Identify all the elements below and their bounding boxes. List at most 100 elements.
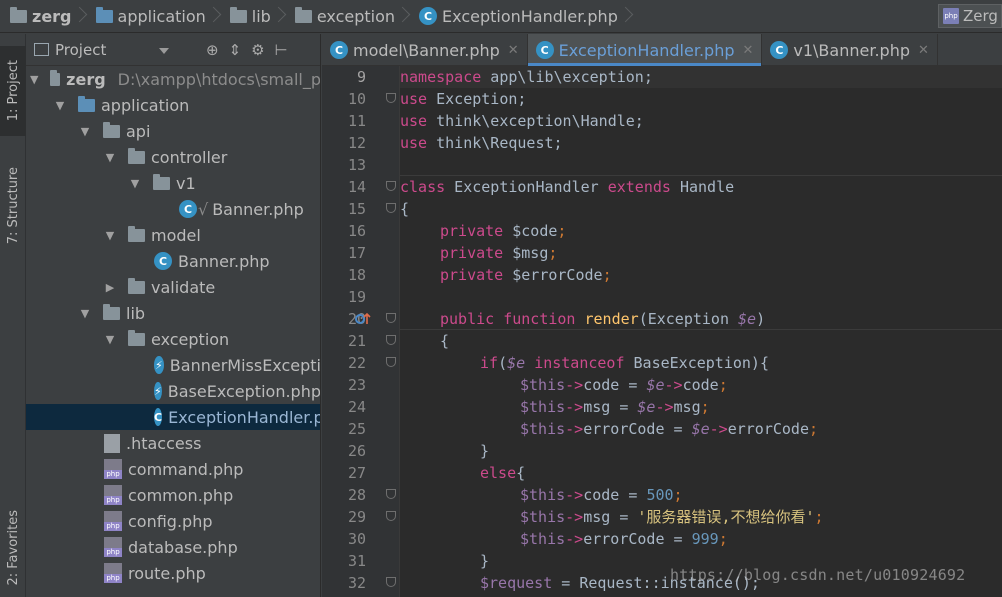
expand-arrow-icon[interactable]: ▼ [104, 326, 116, 352]
code-text: = [664, 420, 692, 438]
tree-item-v1[interactable]: ▼ v1 [26, 170, 320, 196]
fold-marker-icon[interactable] [386, 357, 396, 367]
folder-icon [10, 6, 27, 23]
code-line: private $errorCode; [440, 264, 612, 286]
tab-v1-banner[interactable]: C v1\Banner.php ✕ [762, 34, 938, 66]
tree-item-label: api [126, 121, 151, 141]
fold-marker-icon[interactable] [386, 313, 396, 323]
tool-tab-favorites[interactable]: 2: Favorites [0, 502, 26, 594]
tree-item-label: zerg [66, 69, 106, 89]
line-number: 30 [347, 530, 366, 548]
line-number: 28 [347, 486, 366, 504]
folder-icon [128, 329, 145, 346]
keyword: public [440, 310, 495, 328]
tree-item-banner-php[interactable]: C √ Banner.php [26, 196, 320, 222]
tree-item-htaccess[interactable]: .htaccess [26, 430, 320, 456]
breadcrumb-item-application[interactable]: application [86, 0, 210, 33]
fold-marker-icon[interactable] [386, 511, 396, 521]
number-literal: 500 [646, 486, 674, 504]
tree-item-label: validate [151, 277, 216, 297]
tree-item-config-php[interactable]: config.php [26, 508, 320, 534]
tree-item-bannermissexception[interactable]: ⚡ BannerMissExcepti [26, 352, 320, 378]
line-number: 12 [347, 134, 366, 152]
code-line: if($e instanceof BaseException){ [480, 354, 769, 372]
line-number: 19 [347, 288, 366, 306]
fold-marker-icon[interactable] [386, 489, 396, 499]
chevron-down-icon[interactable] [159, 48, 169, 54]
string-literal: '服务器错误,不想给你看' [637, 508, 815, 526]
fold-marker-icon[interactable] [386, 203, 396, 213]
fold-marker-icon[interactable] [386, 335, 396, 345]
tree-item-exception[interactable]: ▼ exception [26, 326, 320, 352]
folder-icon [128, 225, 145, 242]
breadcrumb-item-exceptionhandler[interactable]: C ExceptionHandler.php [409, 0, 622, 33]
line-number: 18 [347, 266, 366, 284]
override-method-icon[interactable] [355, 312, 373, 326]
close-icon[interactable]: ✕ [742, 43, 753, 58]
code-text: = [610, 508, 638, 526]
project-view-selector[interactable]: Project [55, 41, 106, 59]
keyword: use [400, 90, 428, 108]
hide-panel-icon[interactable]: ⊢ [275, 41, 288, 59]
tree-item-model-banner-php[interactable]: C Banner.php [26, 248, 320, 274]
tree-item-application[interactable]: ▼ application [26, 92, 320, 118]
code-line: use think\exception\Handle; [400, 110, 644, 132]
line-number: 26 [347, 442, 366, 460]
tree-item-controller[interactable]: ▼ controller [26, 144, 320, 170]
close-icon[interactable]: ✕ [918, 43, 929, 58]
tree-item-baseexception[interactable]: ⚡ BaseException.php [26, 378, 320, 404]
variable: $e [637, 398, 656, 416]
expand-arrow-icon[interactable]: ▼ [79, 118, 91, 144]
tool-tab-structure[interactable]: 7: Structure [0, 156, 26, 256]
breadcrumb-label: lib [251, 6, 271, 26]
breadcrumb-item-zerg[interactable]: zerg [0, 0, 76, 33]
tree-item-command-php[interactable]: command.php [26, 456, 320, 482]
code-text: ; [700, 398, 710, 416]
breadcrumb-item-lib[interactable]: lib [220, 0, 275, 33]
locate-icon[interactable]: ⊕ [206, 41, 219, 59]
tree-item-lib[interactable]: ▼ lib [26, 300, 320, 326]
tree-item-route-php[interactable]: route.php [26, 560, 320, 586]
fold-marker-icon[interactable] [386, 181, 396, 191]
folder-icon [294, 6, 312, 23]
tree-item-common-php[interactable]: common.php [26, 482, 320, 508]
expand-arrow-icon[interactable]: ▼ [79, 300, 91, 326]
tree-item-model[interactable]: ▼ model [26, 222, 320, 248]
project-panel: Project ⊕ ⇕ ⚙ ⊢ ▼ zerg D:\xampp\htdocs\s… [26, 34, 321, 597]
operator: -> [664, 376, 683, 394]
fold-marker-icon[interactable] [386, 577, 396, 587]
expand-arrow-icon[interactable]: ▼ [104, 144, 116, 170]
collapse-all-icon[interactable]: ⇕ [229, 41, 242, 59]
expand-arrow-icon[interactable]: ▶ [104, 274, 116, 300]
fold-marker-icon[interactable] [386, 93, 396, 103]
expand-arrow-icon[interactable]: ▼ [30, 66, 38, 92]
expand-arrow-icon[interactable]: ▼ [104, 222, 116, 248]
close-icon[interactable]: ✕ [508, 43, 519, 58]
watermark: https://blog.csdn.net/u010924692 [670, 566, 966, 584]
code-text: ; [602, 266, 612, 284]
tree-item-zerg[interactable]: ▼ zerg D:\xampp\htdocs\small_p [26, 66, 320, 92]
code-text: = [619, 486, 647, 504]
number-literal: 999 [691, 530, 719, 548]
code-area[interactable]: namespace app\lib\exception; use Excepti… [400, 66, 1002, 597]
code-line: else{ [480, 462, 525, 484]
code-text: $code [512, 222, 558, 240]
tool-tab-project[interactable]: 1: Project [0, 46, 26, 136]
tree-item-exceptionhandler[interactable]: C ExceptionHandler.p [26, 404, 320, 430]
tree-item-validate[interactable]: ▶ validate [26, 274, 320, 300]
run-configuration-selector[interactable]: php Zerg [938, 4, 1002, 28]
tab-label: model\Banner.php [353, 40, 500, 60]
tree-item-api[interactable]: ▼ api [26, 118, 320, 144]
variable: $e [507, 354, 526, 372]
breadcrumb-item-exception[interactable]: exception [285, 0, 399, 33]
code-line: $this->errorCode = $e->errorCode; [520, 418, 818, 440]
run-config-label: Zerg [963, 7, 998, 25]
tree-item-database-php[interactable]: database.php [26, 534, 320, 560]
expand-arrow-icon[interactable]: ▼ [54, 92, 66, 118]
tab-exceptionhandler[interactable]: C ExceptionHandler.php ✕ [527, 34, 763, 66]
expand-arrow-icon[interactable]: ▼ [129, 170, 141, 196]
gear-icon[interactable]: ⚙ [251, 41, 264, 59]
tree-item-label: Banner.php [212, 199, 304, 219]
tab-model-banner[interactable]: C model\Banner.php ✕ [322, 34, 528, 66]
breadcrumb: zerg application lib exception C Excepti… [0, 0, 1002, 33]
